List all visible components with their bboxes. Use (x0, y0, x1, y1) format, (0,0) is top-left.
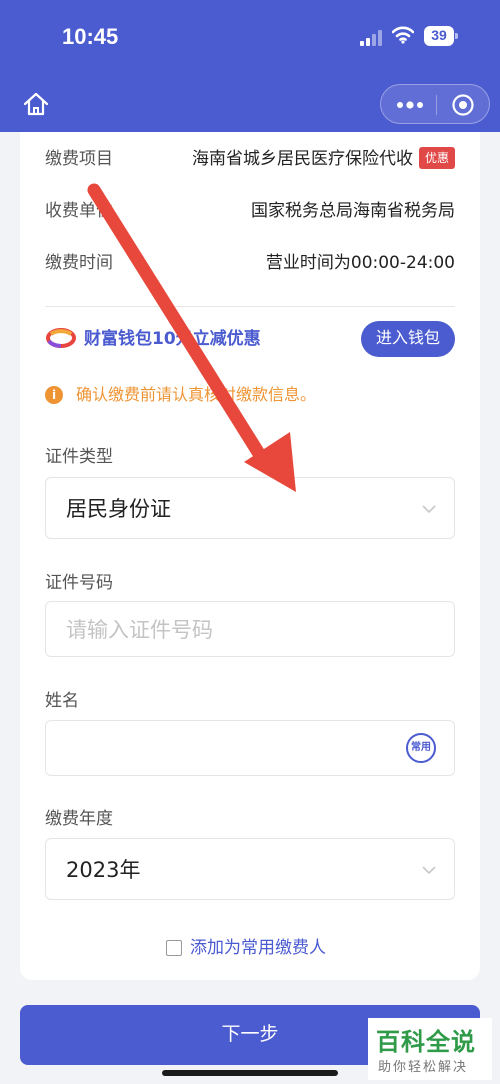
name-label: 姓名 (45, 691, 79, 711)
capsule-divider (436, 95, 437, 115)
divider (45, 306, 455, 307)
wifi-icon (392, 26, 414, 44)
id-type-value: 居民身份证 (66, 497, 171, 521)
year-select[interactable]: 2023年 (45, 838, 455, 900)
close-program-icon[interactable] (451, 93, 475, 117)
home-indicator (162, 1070, 338, 1076)
year-label: 缴费年度 (45, 809, 113, 829)
time-value: 营业时间为00:00-24:00 (265, 253, 455, 273)
id-number-input[interactable]: 请输入证件号码 (45, 601, 455, 657)
home-icon[interactable] (22, 90, 50, 118)
time-label: 缴费时间 (45, 253, 113, 273)
info-icon: i (45, 386, 63, 404)
discount-badge: 优惠 (418, 147, 455, 169)
signal-icon (360, 30, 384, 46)
common-payer-icon[interactable]: 常用 (406, 733, 436, 763)
payee-value: 国家税务总局海南省税务局 (251, 201, 455, 221)
top-bar: 10:45 39 (0, 0, 500, 132)
year-value: 2023年 (66, 858, 141, 882)
notice-text: 确认缴费前请认真核对缴款信息。 (76, 385, 317, 404)
name-input[interactable]: 常用 (45, 720, 455, 776)
item-value: 海南省城乡居民医疗保险代收 (191, 149, 413, 169)
battery-level: 39 (431, 27, 447, 43)
id-type-select[interactable]: 居民身份证 (45, 477, 455, 539)
info-row-time: 缴费时间 营业时间为00:00-24:00 (45, 248, 455, 278)
watermark-logo: 百科全说 助你轻松解决 (368, 1018, 492, 1080)
watermark-subtitle: 助你轻松解决 (378, 1060, 469, 1075)
add-common-payer-checkbox[interactable] (166, 940, 182, 956)
chevron-down-icon (422, 505, 436, 514)
payee-label: 收费单位 (45, 201, 113, 221)
mini-program-capsule (380, 84, 490, 124)
id-number-placeholder: 请输入证件号码 (66, 618, 213, 642)
payment-card: 缴费项目 海南省城乡居民医疗保险代收 优惠 收费单位 国家税务总局海南省税务局 缴… (20, 132, 480, 980)
more-icon[interactable] (395, 97, 425, 113)
id-number-label: 证件号码 (45, 573, 113, 593)
item-label: 缴费项目 (45, 149, 113, 169)
chevron-down-icon (422, 866, 436, 875)
watermark-title: 百科全说 (376, 1028, 476, 1056)
wallet-logo-icon (46, 328, 76, 348)
id-type-label: 证件类型 (45, 447, 113, 467)
enter-wallet-button[interactable]: 进入钱包 (361, 321, 455, 357)
add-common-payer-label: 添加为常用缴费人 (190, 938, 326, 958)
info-row-item: 缴费项目 海南省城乡居民医疗保险代收 优惠 (45, 144, 455, 174)
promo-text: 财富钱包10元立减优惠 (84, 329, 261, 349)
item-value-wrap: 海南省城乡居民医疗保险代收 优惠 (192, 144, 455, 174)
battery-icon: 39 (424, 26, 458, 46)
status-time: 10:45 (62, 24, 119, 49)
info-row-payee: 收费单位 国家税务总局海南省税务局 (45, 196, 455, 226)
